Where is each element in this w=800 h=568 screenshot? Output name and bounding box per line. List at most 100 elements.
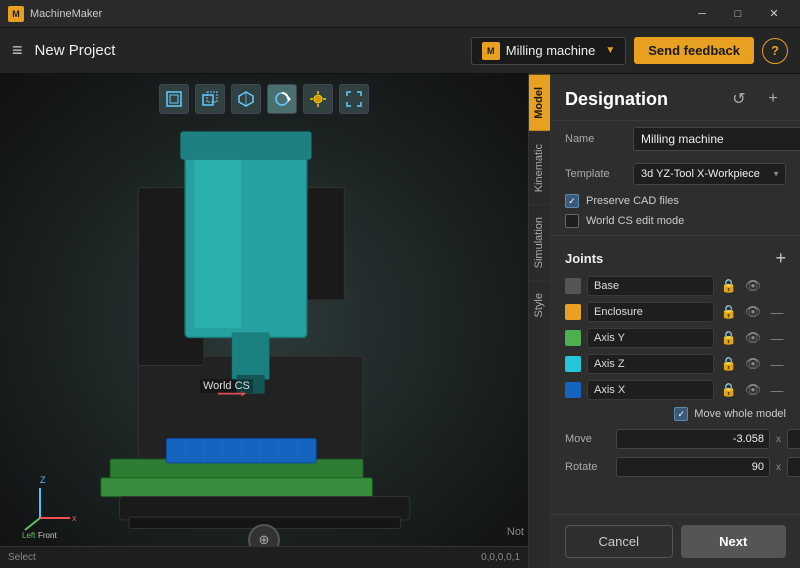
joint-row-axis-y: Axis Y 🔒 👁 — bbox=[551, 325, 800, 351]
joint-lock-base[interactable]: 🔒 bbox=[720, 277, 738, 295]
maximize-button[interactable]: □ bbox=[720, 0, 756, 28]
viewport[interactable]: World CS Z x Left Front ⊕ Select 0,0,0,0… bbox=[0, 74, 528, 568]
joint-eye-base[interactable]: 👁 bbox=[744, 277, 762, 295]
refresh-button[interactable]: ↺ bbox=[726, 86, 752, 112]
tab-style[interactable]: Style bbox=[529, 280, 550, 329]
panel-footer: Cancel Next bbox=[551, 514, 800, 568]
joint-row-enclosure: Enclosure 🔒 👁 — bbox=[551, 299, 800, 325]
joint-row-base: Base 🔒 👁 — bbox=[551, 273, 800, 299]
joint-color-axis-z bbox=[565, 356, 581, 372]
joint-eye-axis-y[interactable]: 👁 bbox=[744, 329, 762, 347]
rotate-x-unit: x bbox=[776, 462, 781, 473]
machine-dropdown-arrow: ▼ bbox=[605, 45, 615, 56]
preserve-cad-label: Preserve CAD files bbox=[586, 195, 679, 207]
joint-lock-axis-z[interactable]: 🔒 bbox=[720, 355, 738, 373]
move-x-input[interactable] bbox=[616, 429, 770, 449]
joint-lock-axis-y[interactable]: 🔒 bbox=[720, 329, 738, 347]
panel-header: Designation ↺ + bbox=[551, 74, 800, 121]
joint-lock-enclosure[interactable]: 🔒 bbox=[720, 303, 738, 321]
statusbar: Select 0,0,0,0,1 bbox=[0, 546, 528, 568]
rotate-y-input[interactable] bbox=[787, 457, 800, 477]
template-select[interactable]: 3d YZ-Tool X-Workpiece Default Custom bbox=[633, 163, 786, 185]
joint-minus-enclosure[interactable]: — bbox=[768, 303, 786, 321]
template-label: Template bbox=[565, 168, 625, 180]
window-controls: ─ □ ✕ bbox=[684, 0, 792, 28]
content-area: World CS Z x Left Front ⊕ Select 0,0,0,0… bbox=[0, 74, 800, 568]
joint-name-axis-y: Axis Y bbox=[587, 328, 714, 348]
joint-color-axis-y bbox=[565, 330, 581, 346]
joint-name-base: Base bbox=[587, 276, 714, 296]
machine-icon: M bbox=[482, 42, 500, 60]
panel-title: Designation bbox=[565, 89, 668, 110]
joint-color-enclosure bbox=[565, 304, 581, 320]
rotate-label: Rotate bbox=[565, 461, 610, 473]
panel-header-actions: ↺ + bbox=[726, 86, 786, 112]
status-coords: 0,0,0,0,1 bbox=[481, 552, 520, 563]
status-mode: Select bbox=[8, 552, 36, 563]
panel-add-button[interactable]: + bbox=[760, 86, 786, 112]
world-cs-row: World CS edit mode bbox=[551, 211, 800, 231]
joints-section-header: Joints + bbox=[551, 240, 800, 273]
tab-simulation[interactable]: Simulation bbox=[529, 204, 550, 280]
tab-model[interactable]: Model bbox=[529, 74, 550, 131]
svg-text:Z: Z bbox=[40, 475, 46, 485]
name-label: Name bbox=[565, 133, 625, 145]
svg-text:x: x bbox=[72, 513, 77, 523]
name-field-row: Name bbox=[551, 121, 800, 157]
toolbar-left: ≡ New Project bbox=[12, 40, 115, 61]
joint-row-axis-z: Axis Z 🔒 👁 — bbox=[551, 351, 800, 377]
template-select-wrap: 3d YZ-Tool X-Workpiece Default Custom bbox=[633, 163, 786, 185]
titlebar-left: M MachineMaker bbox=[8, 6, 102, 22]
joint-eye-axis-x[interactable]: 👁 bbox=[744, 381, 762, 399]
tab-kinematic[interactable]: Kinematic bbox=[529, 131, 550, 204]
move-x-unit: x bbox=[776, 434, 781, 445]
toolbar-center: M Milling machine ▼ Send feedback ? bbox=[471, 37, 788, 65]
svg-text:Front: Front bbox=[38, 531, 57, 538]
menu-icon[interactable]: ≡ bbox=[12, 40, 23, 61]
joint-row-axis-x: Axis X 🔒 👁 — bbox=[551, 377, 800, 403]
project-title: New Project bbox=[35, 42, 116, 59]
joint-minus-axis-x[interactable]: — bbox=[768, 381, 786, 399]
move-row: Move x x x bbox=[551, 425, 800, 453]
preserve-cad-row: Preserve CAD files bbox=[551, 191, 800, 211]
machine-selector[interactable]: M Milling machine ▼ bbox=[471, 37, 627, 65]
world-cs-label: World CS bbox=[200, 379, 253, 393]
rotate-x-input[interactable] bbox=[616, 457, 770, 477]
move-label: Move bbox=[565, 433, 610, 445]
move-whole-row: Move whole model bbox=[551, 403, 800, 425]
move-y-input[interactable] bbox=[787, 429, 800, 449]
joint-color-base bbox=[565, 278, 581, 294]
svg-text:Left: Left bbox=[22, 531, 36, 538]
next-button[interactable]: Next bbox=[681, 525, 787, 558]
joints-title: Joints bbox=[565, 251, 603, 266]
joint-name-axis-x: Axis X bbox=[587, 380, 714, 400]
joint-name-enclosure: Enclosure bbox=[587, 302, 714, 322]
world-cs-label: World CS edit mode bbox=[586, 215, 684, 227]
cancel-button[interactable]: Cancel bbox=[565, 525, 673, 558]
side-tabs: Model Kinematic Simulation Style bbox=[528, 74, 550, 568]
joint-name-axis-z: Axis Z bbox=[587, 354, 714, 374]
right-panel: Designation ↺ + Name Template 3d YZ-Tool… bbox=[550, 74, 800, 568]
machine-illustration bbox=[30, 94, 490, 534]
joints-add-button[interactable]: + bbox=[775, 248, 786, 269]
help-button[interactable]: ? bbox=[762, 38, 788, 64]
close-button[interactable]: ✕ bbox=[756, 0, 792, 28]
preserve-cad-checkbox[interactable] bbox=[565, 194, 579, 208]
not-label: Not bbox=[507, 526, 524, 538]
titlebar: M MachineMaker ─ □ ✕ bbox=[0, 0, 800, 28]
app-logo: M bbox=[8, 6, 24, 22]
move-whole-checkbox[interactable] bbox=[674, 407, 688, 421]
joint-minus-axis-z[interactable]: — bbox=[768, 355, 786, 373]
joint-eye-enclosure[interactable]: 👁 bbox=[744, 303, 762, 321]
joint-lock-axis-x[interactable]: 🔒 bbox=[720, 381, 738, 399]
joint-eye-axis-z[interactable]: 👁 bbox=[744, 355, 762, 373]
axis-indicator: Z x Left Front bbox=[20, 468, 90, 538]
machine-name-label: Milling machine bbox=[506, 43, 596, 58]
joint-color-axis-x bbox=[565, 382, 581, 398]
name-input[interactable] bbox=[633, 127, 800, 151]
world-cs-checkbox[interactable] bbox=[565, 214, 579, 228]
joint-minus-axis-y[interactable]: — bbox=[768, 329, 786, 347]
minimize-button[interactable]: ─ bbox=[684, 0, 720, 28]
send-feedback-button[interactable]: Send feedback bbox=[634, 37, 754, 64]
main-toolbar: ≡ New Project M Milling machine ▼ Send f… bbox=[0, 28, 800, 74]
